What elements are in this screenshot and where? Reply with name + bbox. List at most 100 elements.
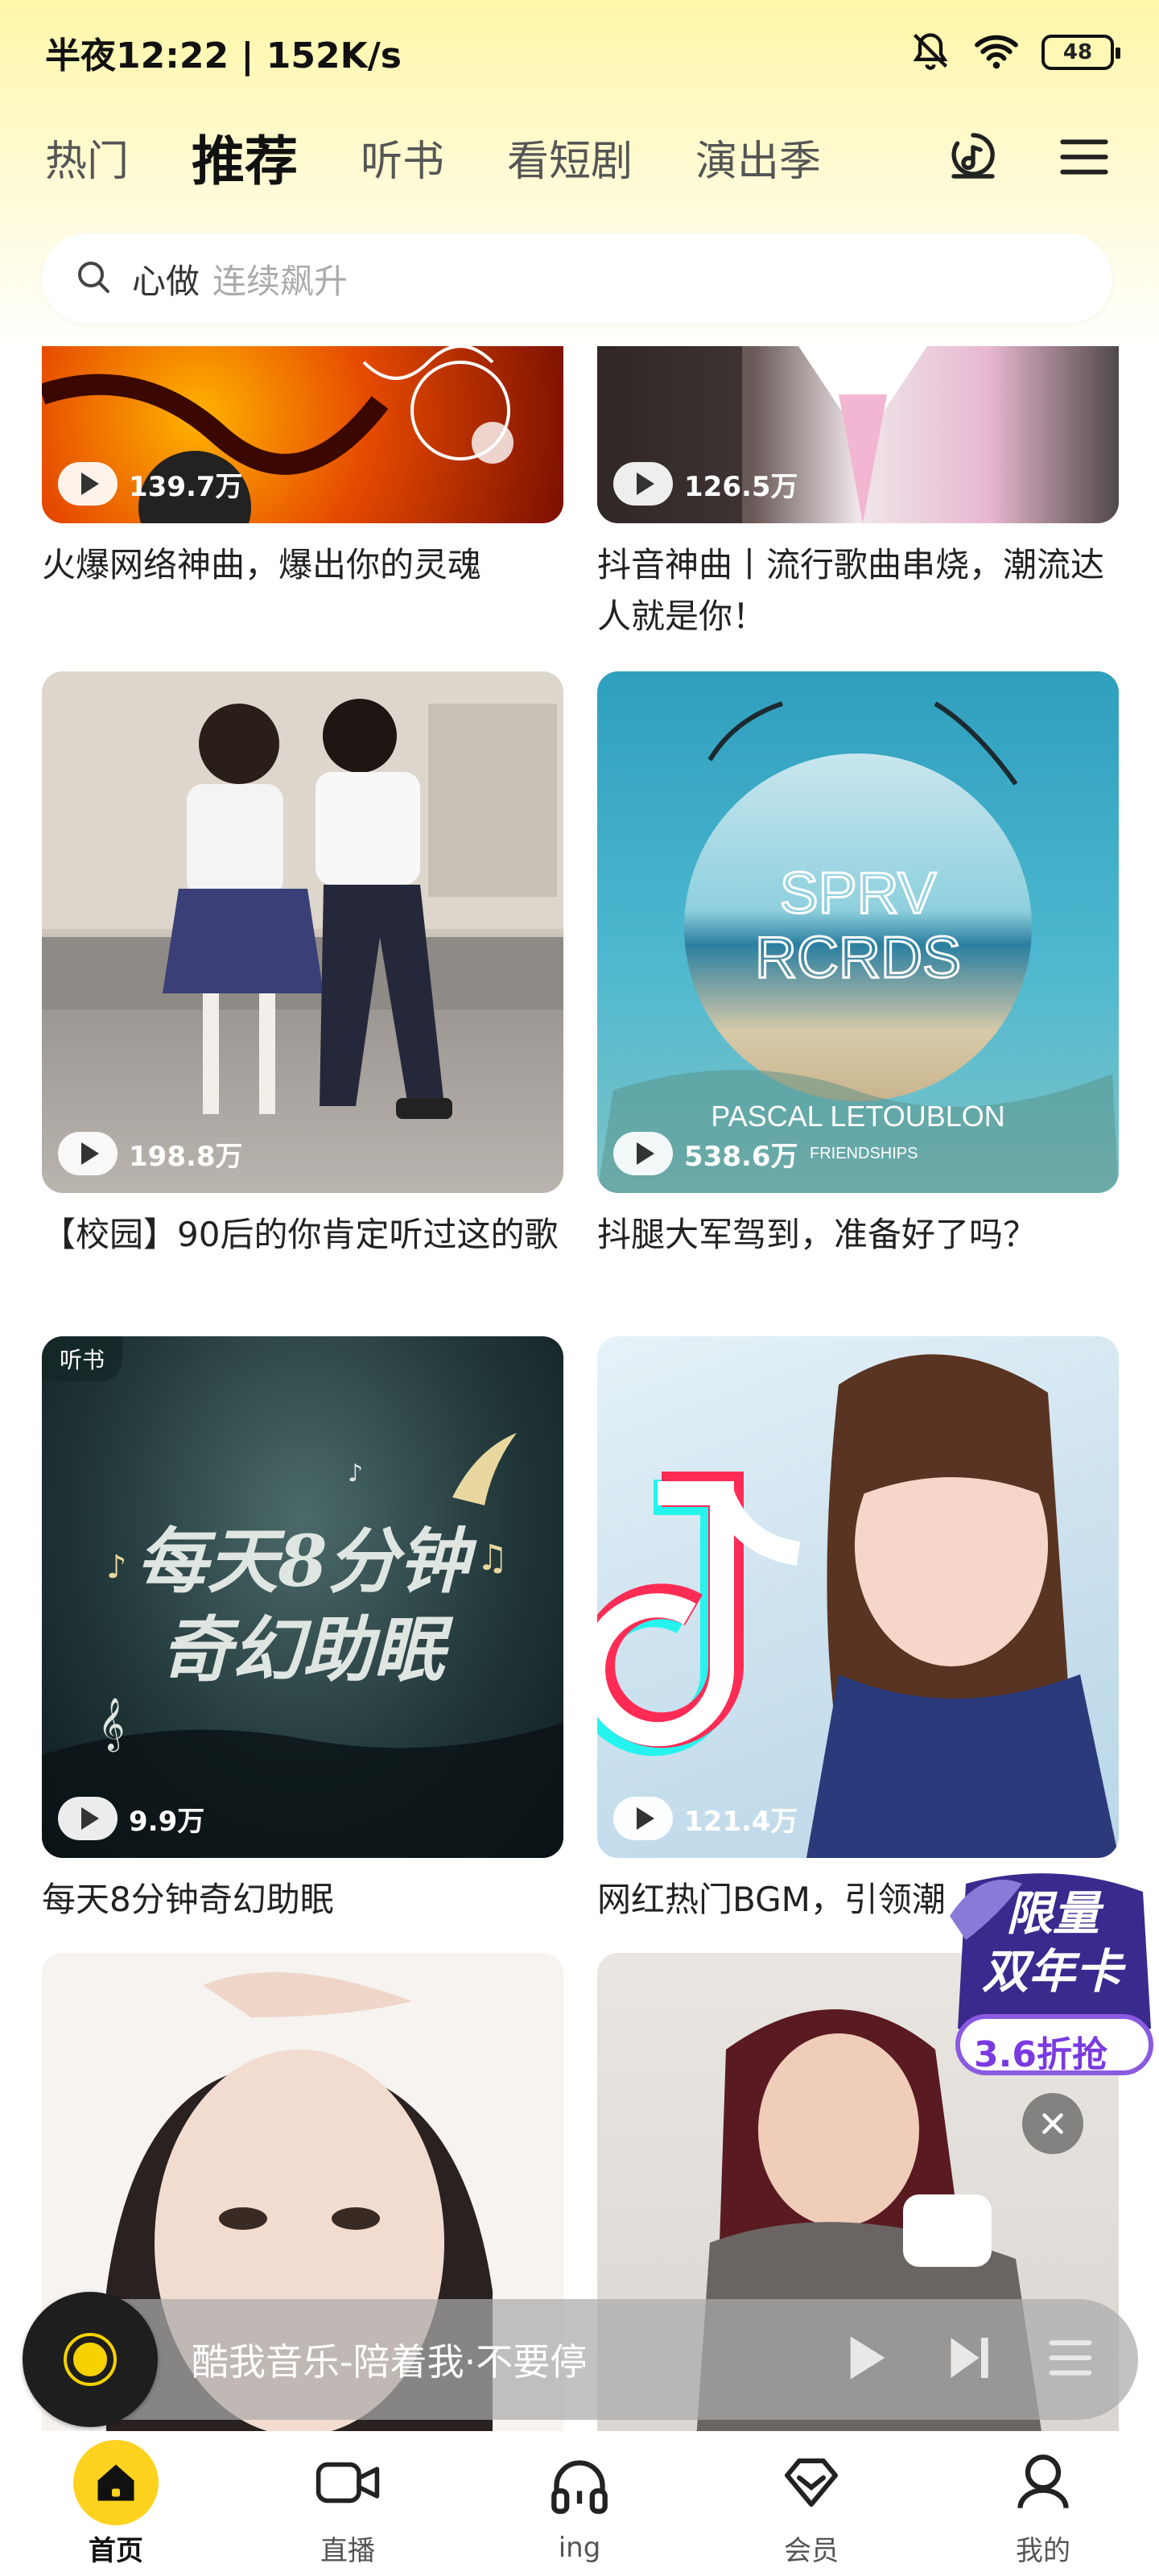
nav-home[interactable]: 首页 <box>35 2439 196 2568</box>
nav-label: 会员 <box>784 2534 839 2567</box>
play-icon <box>850 2336 885 2380</box>
close-icon <box>1042 2113 1063 2134</box>
nav-live[interactable]: 直播 <box>267 2440 428 2568</box>
top-tab-bar: 热门 推荐 听书 看短剧 演出季 <box>0 113 1159 201</box>
mini-player[interactable]: 酷我音乐-陪着我·不要停 <box>23 2292 1138 2427</box>
album-artist: PASCAL LETOUBLON <box>711 1100 1004 1133</box>
play-icon <box>58 462 118 506</box>
album-subtitle: FRIENDSHIPS <box>810 1145 918 1162</box>
play-count-value: 9.9万 <box>129 1805 205 1838</box>
tab-performances[interactable]: 演出季 <box>695 127 821 188</box>
search-hint: 连续飙升 <box>212 261 349 301</box>
playlist-card[interactable]: 139.7万 火爆网络神曲，爆出你的灵魂 <box>42 346 563 591</box>
album-text-1: SPRV <box>780 861 937 926</box>
promo-line-2: 双年卡 <box>982 1944 1123 1999</box>
playlist-card[interactable]: 每天8分钟 奇幻助眠 ♪ ♫ 𝄞 ♪ 听书 9.9万 每天8分钟奇幻助眠 <box>42 1336 563 1926</box>
playlist-title[interactable]: 抖腿大军驾到，准备好了吗？ <box>597 1209 1119 1261</box>
tab-short-drama[interactable]: 看短剧 <box>507 127 633 188</box>
play-button[interactable] <box>845 2332 890 2387</box>
promo-line-3: 3.6折抢 <box>974 2034 1107 2075</box>
playlist-cover: 121.4万 <box>597 1336 1119 1858</box>
playlist-title[interactable]: 抖音神曲丨流行歌曲串烧，潮流达人就是你！ <box>597 539 1119 642</box>
promo-banner[interactable]: 限量 双年卡 3.6折抢 <box>950 1868 1159 2077</box>
video-camera-icon <box>305 2440 390 2525</box>
sleep-title-line-1: 每天8分钟 <box>136 1519 477 1603</box>
nav-label: 首页 <box>89 2534 143 2567</box>
play-icon <box>613 462 673 506</box>
mute-bell-icon <box>909 30 951 75</box>
status-time: 半夜12:22 <box>45 35 229 76</box>
playlist-card[interactable]: 198.8万 【校园】90后的你肯定听过这的歌 <box>42 671 563 1261</box>
play-count-value: 139.7万 <box>129 470 243 503</box>
user-icon <box>1000 2440 1086 2525</box>
music-note-icon: ♫ <box>476 1538 508 1579</box>
tab-hot[interactable]: 热门 <box>45 127 129 188</box>
music-note-icon: ♪ <box>348 1459 363 1488</box>
tab-recommend[interactable]: 推荐 <box>192 118 299 199</box>
status-time-speed: 半夜12:22 | 152K/s <box>45 27 402 78</box>
play-count-value: 198.8万 <box>129 1140 243 1173</box>
playlist-card[interactable]: 121.4万 网红热门BGM，引领潮 <box>597 1336 1119 1926</box>
playlist-cover: 198.8万 <box>42 671 563 1193</box>
playlist-title[interactable]: 【校园】90后的你肯定听过这的歌 <box>42 1209 563 1261</box>
status-speed: 152K/s <box>266 35 402 76</box>
search-keyword: 心做 <box>132 261 200 301</box>
playlist-card[interactable]: 126.5万 抖音神曲丨流行歌曲串烧，潮流达人就是你！ <box>597 346 1119 642</box>
nav-profile[interactable]: 我的 <box>963 2440 1124 2568</box>
playlist-cover: SPRV RCRDS PASCAL LETOUBLON FRIENDSHIPS … <box>597 671 1119 1193</box>
play-count: 9.9万 <box>58 1797 204 1840</box>
disc-center <box>64 2333 117 2386</box>
play-count: 139.7万 <box>58 462 243 506</box>
search-icon <box>74 258 113 299</box>
album-disc[interactable] <box>23 2292 158 2427</box>
playlist-card[interactable]: SPRV RCRDS PASCAL LETOUBLON FRIENDSHIPS … <box>597 671 1119 1261</box>
battery-indicator: 48 <box>1041 35 1120 70</box>
promo-close-button[interactable] <box>1022 2093 1083 2154</box>
status-separator: | <box>241 35 266 76</box>
play-icon <box>613 1797 673 1840</box>
bottom-navigation: 首页 直播 ing 会员 我的 <box>0 2431 1159 2576</box>
home-icon <box>73 2439 159 2525</box>
nav-label: 直播 <box>320 2534 375 2567</box>
nav-ing[interactable]: ing <box>499 2443 660 2564</box>
playlist-button[interactable] <box>1048 2337 1093 2382</box>
cover-art-graphic <box>597 1354 1119 1858</box>
playlist-title[interactable]: 火爆网络神曲，爆出你的灵魂 <box>42 539 563 591</box>
play-count-value: 121.4万 <box>684 1805 798 1838</box>
cover-art-graphic: SPRV RCRDS PASCAL LETOUBLON FRIENDSHIPS <box>597 701 1119 1193</box>
skip-next-icon <box>951 2338 988 2378</box>
cover-art-graphic: 每天8分钟 奇幻助眠 ♪ ♫ 𝄞 ♪ <box>42 1433 563 1858</box>
play-icon <box>58 1132 118 1175</box>
playlist-cover: 每天8分钟 奇幻助眠 ♪ ♫ 𝄞 ♪ 听书 9.9万 <box>42 1336 563 1858</box>
tab-audiobooks[interactable]: 听书 <box>361 127 444 188</box>
playlist-title[interactable]: 每天8分钟奇幻助眠 <box>42 1874 563 1926</box>
nav-vip[interactable]: 会员 <box>731 2440 892 2568</box>
play-count: 121.4万 <box>613 1797 798 1840</box>
playlist-icon <box>1049 2340 1092 2376</box>
music-note-icon: ♪ <box>106 1549 127 1586</box>
now-playing-text[interactable]: 酷我音乐-陪着我·不要停 <box>192 2333 845 2386</box>
nav-label: ing <box>558 2532 601 2564</box>
cover-art-graphic <box>42 671 563 1119</box>
play-count: 538.6万 <box>613 1132 798 1175</box>
album-text-2: RCRDS <box>755 926 961 990</box>
sleep-title-line-2: 奇幻助眠 <box>161 1608 454 1691</box>
next-button[interactable] <box>947 2334 992 2385</box>
treble-clef-icon: 𝄞 <box>98 1698 125 1752</box>
play-count-value: 126.5万 <box>684 470 798 503</box>
play-count: 126.5万 <box>613 462 798 506</box>
music-recognition-icon[interactable] <box>943 127 1003 187</box>
menu-icon[interactable] <box>1054 127 1114 187</box>
play-icon <box>58 1797 118 1840</box>
wifi-icon <box>972 31 1021 73</box>
status-bar: 半夜12:22 | 152K/s 48 <box>0 0 1159 105</box>
vip-diamond-icon <box>769 2440 854 2525</box>
playlist-cover: 126.5万 <box>597 346 1119 523</box>
search-bar[interactable]: 心做 连续飙升 <box>42 233 1112 324</box>
playlist-cover: 139.7万 <box>42 346 563 523</box>
play-icon <box>613 1132 673 1175</box>
headphones-icon <box>537 2443 622 2529</box>
play-count-value: 538.6万 <box>684 1140 798 1173</box>
play-count: 198.8万 <box>58 1132 243 1175</box>
nav-label: 我的 <box>1016 2534 1070 2567</box>
